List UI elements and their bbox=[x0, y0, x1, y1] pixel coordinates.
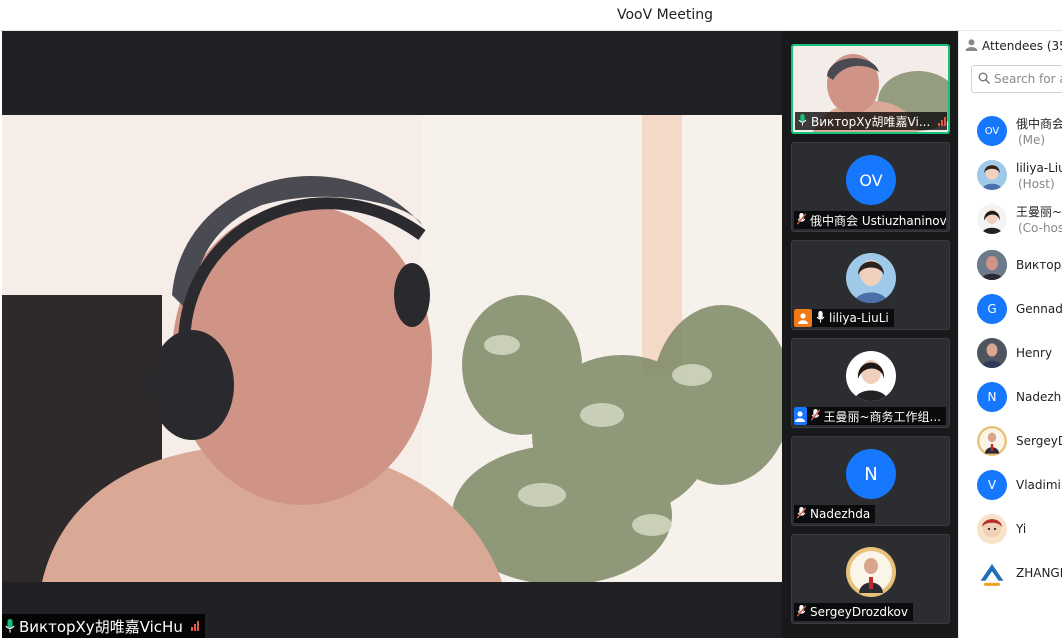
main-video-frame bbox=[2, 115, 782, 582]
attendee-name: Vladimir bbox=[1016, 478, 1062, 492]
avatar bbox=[977, 514, 1007, 544]
avatar: N bbox=[977, 382, 1007, 412]
cohost-badge-icon bbox=[794, 407, 807, 425]
avatar bbox=[846, 351, 896, 401]
avatar: G bbox=[977, 294, 1007, 324]
avatar bbox=[977, 160, 1007, 190]
main-speaker-name: ВикторXу胡唯嘉VicHu bbox=[19, 617, 183, 636]
attendee-name: liliya-Liu bbox=[1016, 161, 1062, 175]
attendee-item[interactable]: SergeyD bbox=[977, 426, 1062, 456]
attendee-item[interactable]: OV 俄中商会 (Me) bbox=[977, 116, 1062, 148]
attendees-panel[interactable]: Attendees (35 Search for a OV 俄中商会 (Me) … bbox=[958, 31, 1062, 638]
main-stage[interactable]: ВикторXу胡唯嘉VicHu bbox=[2, 31, 782, 638]
tile-name: liliya-LiuLi bbox=[829, 311, 889, 325]
attendee-name: Gennady bbox=[1016, 302, 1062, 316]
avatar: V bbox=[977, 470, 1007, 500]
attendee-item[interactable]: Yi bbox=[977, 514, 1026, 544]
main-speaker-tag: ВикторXу胡唯嘉VicHu bbox=[2, 614, 205, 638]
attendee-name: Nadezhd bbox=[1016, 390, 1062, 404]
video-tile[interactable]: 王曼丽~商务工作组... bbox=[791, 338, 950, 428]
avatar bbox=[977, 250, 1007, 280]
tile-name: ВикторXу胡唯嘉Vi... bbox=[811, 114, 931, 129]
search-placeholder: Search for a bbox=[994, 72, 1062, 86]
tile-name-tag: liliya-LiuLi bbox=[794, 309, 894, 327]
attendee-name: ZHANGL bbox=[1016, 566, 1062, 580]
attendee-item[interactable]: liliya-Liu (Host) bbox=[977, 160, 1062, 192]
title-bar: VooV Meeting bbox=[0, 0, 1062, 31]
video-tile[interactable]: N Nadezhda bbox=[791, 436, 950, 526]
mic-muted-icon bbox=[796, 506, 807, 522]
tile-name: 王曼丽~商务工作组... bbox=[823, 409, 942, 424]
tile-name-tag: 王曼丽~商务工作组... bbox=[794, 407, 946, 425]
attendee-name: Yi bbox=[1016, 522, 1027, 536]
video-tile[interactable]: OV 俄中商会 Ustiuzhaninov bbox=[791, 142, 950, 232]
video-tile[interactable]: SergeyDrozdkov bbox=[791, 534, 950, 624]
mic-on-icon bbox=[5, 619, 15, 633]
attendee-item[interactable]: G Gennady bbox=[977, 294, 1062, 324]
tile-name: 俄中商会 Ustiuzhaninov bbox=[810, 213, 946, 228]
mic-on-icon bbox=[798, 113, 807, 129]
avatar bbox=[977, 558, 1007, 588]
attendees-title: Attendees (35 bbox=[982, 39, 1062, 53]
signal-strength-icon bbox=[190, 621, 199, 631]
avatar: OV bbox=[977, 116, 1007, 146]
window-title: VooV Meeting bbox=[616, 7, 714, 23]
attendee-name: SergeyD bbox=[1016, 434, 1062, 448]
video-strip[interactable]: ВикторXу胡唯嘉Vi... OV 俄中商会 Ustiuzhaninov l… bbox=[782, 31, 958, 638]
search-icon bbox=[978, 72, 990, 87]
attendee-item[interactable]: V Vladimir bbox=[977, 470, 1062, 500]
attendee-name: 俄中商会 bbox=[1016, 117, 1062, 131]
avatar bbox=[846, 547, 896, 597]
avatar: OV bbox=[846, 155, 896, 205]
attendee-name: 王曼丽~ bbox=[1016, 205, 1062, 219]
mic-muted-icon bbox=[796, 212, 807, 228]
tile-name: SergeyDrozdkov bbox=[810, 605, 908, 619]
attendee-item[interactable]: ВикторХ bbox=[977, 250, 1062, 280]
tile-name-tag: SergeyDrozdkov bbox=[794, 603, 913, 621]
attendee-item[interactable]: N Nadezhd bbox=[977, 382, 1062, 412]
attendee-role: (Co-hos bbox=[1018, 221, 1062, 235]
host-badge-icon bbox=[794, 309, 812, 327]
attendee-role: (Host) bbox=[1018, 177, 1055, 191]
attendee-role: (Me) bbox=[1018, 133, 1046, 147]
attendees-header: Attendees (35 bbox=[965, 38, 1062, 54]
user-icon bbox=[965, 38, 978, 54]
main-video[interactable] bbox=[2, 115, 782, 582]
attendee-item[interactable]: ZHANGL bbox=[977, 558, 1062, 588]
tile-name-tag: Nadezhda bbox=[794, 505, 876, 523]
attendee-item[interactable]: Henry bbox=[977, 338, 1052, 368]
avatar bbox=[977, 204, 1007, 234]
tile-name: Nadezhda bbox=[810, 507, 871, 521]
attendee-item[interactable]: 王曼丽~ (Co-hos bbox=[977, 204, 1062, 236]
search-input[interactable]: Search for a bbox=[971, 65, 1062, 93]
attendee-name: ВикторХ bbox=[1016, 258, 1062, 272]
avatar: N bbox=[846, 449, 896, 499]
attendee-name: Henry bbox=[1016, 346, 1053, 360]
avatar bbox=[977, 426, 1007, 456]
avatar bbox=[846, 253, 896, 303]
tile-name-tag: ВикторXу胡唯嘉Vi... bbox=[795, 112, 947, 130]
video-tile[interactable]: liliya-LiuLi bbox=[791, 240, 950, 330]
mic-muted-icon bbox=[796, 604, 807, 620]
mic-muted-icon bbox=[810, 408, 820, 424]
tile-name-tag: 俄中商会 Ustiuzhaninov bbox=[794, 211, 946, 229]
mic-on-icon bbox=[816, 310, 825, 326]
video-tile[interactable]: ВикторXу胡唯嘉Vi... bbox=[791, 44, 950, 134]
signal-strength-icon bbox=[938, 116, 947, 126]
avatar bbox=[977, 338, 1007, 368]
